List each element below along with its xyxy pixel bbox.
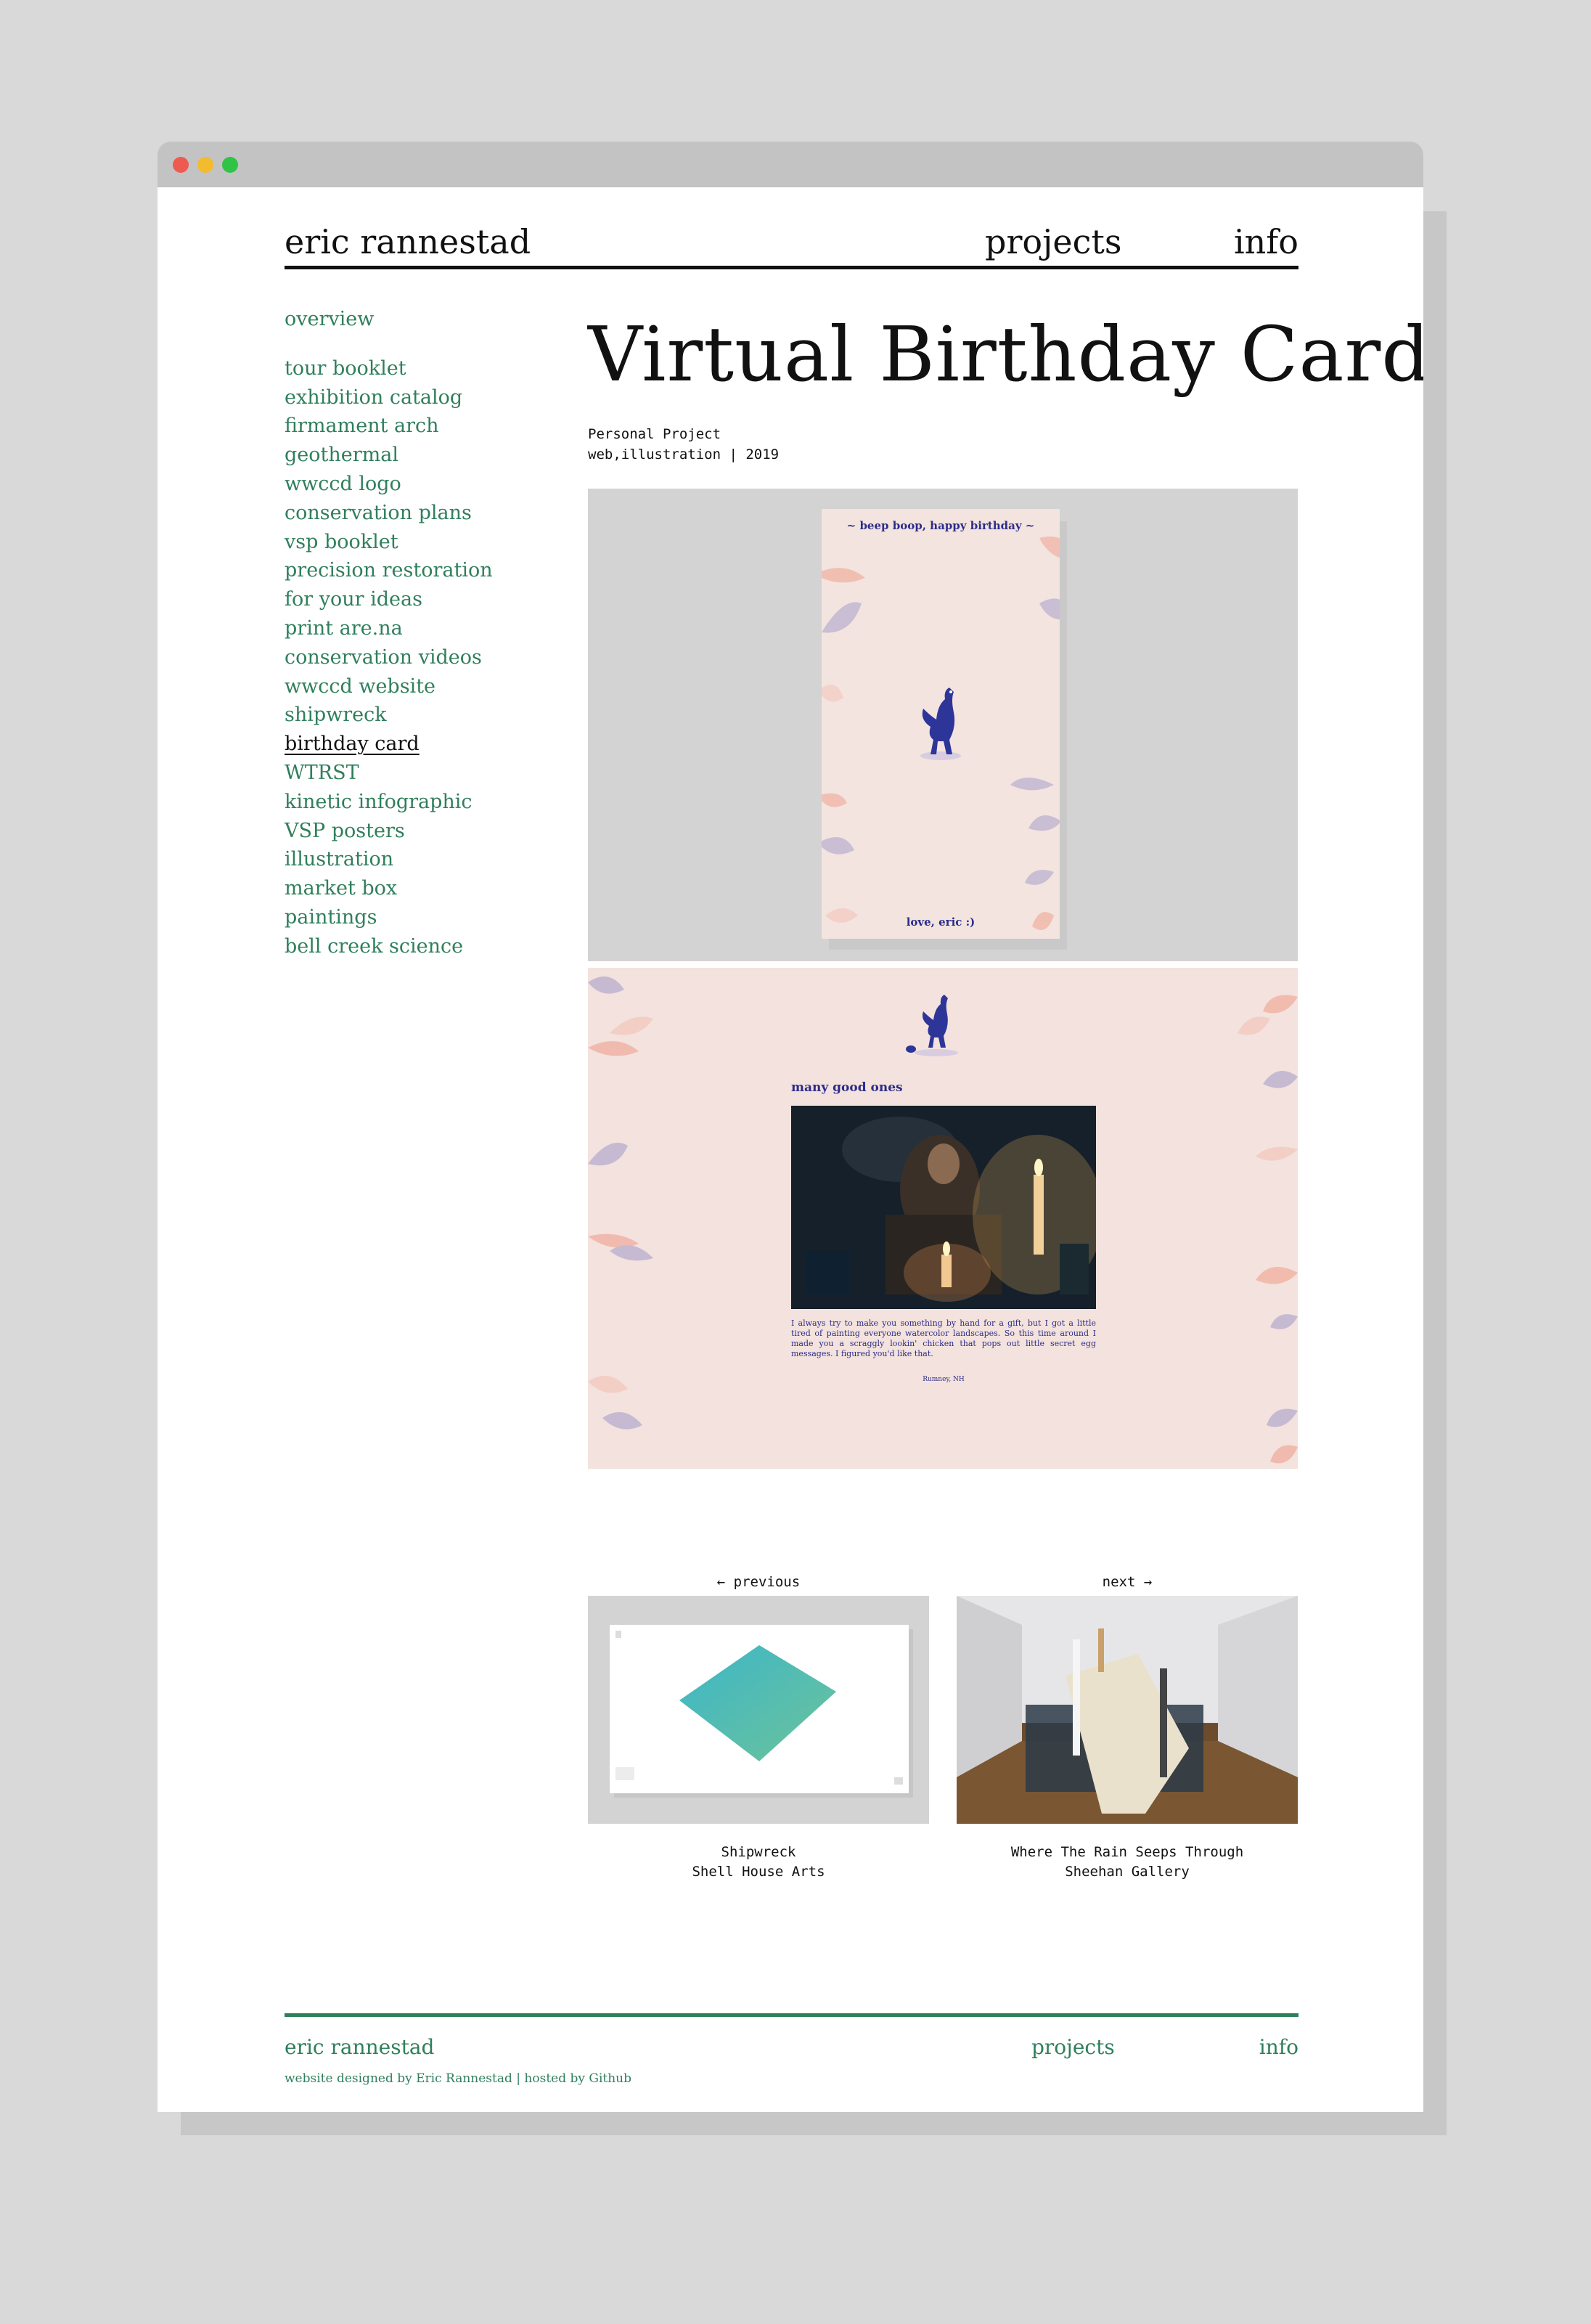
sidebar-item-paintings[interactable]: paintings	[285, 903, 560, 932]
project-content: Virtual Birthday Card Personal Project w…	[588, 310, 1423, 1469]
sidebar-item-exhibition-catalog[interactable]: exhibition catalog	[285, 383, 560, 412]
sidebar-project-list: tour booklet exhibition catalog firmament …	[285, 354, 560, 961]
sidebar-item-for-your-ideas[interactable]: for your ideas	[285, 585, 560, 614]
candle-photo	[791, 1106, 1096, 1309]
sidebar-item-bell-creek-science[interactable]: bell creek science	[285, 932, 560, 961]
sidebar-item-wwccd-logo[interactable]: wwccd logo	[285, 470, 560, 499]
card-section-heading: many good ones	[791, 1080, 903, 1095]
sidebar-item-conservation-plans[interactable]: conservation plans	[285, 499, 560, 528]
footer-divider	[285, 2013, 1298, 2017]
next-title: Where The Rain Seeps Through	[1010, 1844, 1244, 1860]
sidebar-item-shipwreck[interactable]: shipwreck	[285, 701, 560, 730]
sidebar-item-vsp-booklet[interactable]: vsp booklet	[285, 528, 560, 557]
card-greeting: ~ beep boop, happy birthday ~	[846, 519, 1035, 532]
card-screenshot-desktop: many good ones I always try to make you …	[588, 968, 1298, 1469]
sidebar-item-print-are-na[interactable]: print are.na	[285, 614, 560, 643]
previous-subtitle: Shell House Arts	[692, 1864, 825, 1880]
sidebar-item-conservation-videos[interactable]: conservation videos	[285, 643, 560, 672]
site-brand-link[interactable]: eric rannestad	[285, 222, 531, 261]
sidebar-item-kinetic-infographic[interactable]: kinetic infographic	[285, 788, 560, 817]
maximize-window-button[interactable]	[222, 157, 238, 173]
window-titlebar	[158, 142, 1423, 187]
previous-thumbnail[interactable]	[588, 1596, 929, 1824]
footer-projects-link[interactable]: projects	[1031, 2035, 1115, 2059]
sidebar-item-tour-booklet[interactable]: tour booklet	[285, 354, 560, 383]
sidebar-item-geothermal[interactable]: geothermal	[285, 441, 560, 470]
page-title: Virtual Birthday Card	[588, 310, 1423, 399]
card-signoff: love, eric :)	[906, 916, 976, 929]
footer-brand-link[interactable]: eric rannestad	[285, 2035, 434, 2059]
photo-image	[791, 1106, 1096, 1309]
leaf-decoration-icon	[822, 537, 1060, 930]
sidebar-item-precision-restoration[interactable]: precision restoration	[285, 556, 560, 585]
previous-title: Shipwreck	[721, 1844, 796, 1860]
footer-info-link[interactable]: info	[1259, 2035, 1298, 2059]
previous-caption: Shipwreck Shell House Arts	[588, 1843, 929, 1882]
sidebar-item-wwccd-website[interactable]: wwccd website	[285, 672, 560, 701]
card-location: Rumney, NH	[923, 1376, 965, 1383]
close-window-button[interactable]	[173, 157, 189, 173]
phone-card-preview: ~ beep boop, happy birthday ~ love, eric…	[822, 509, 1060, 939]
sidebar-item-market-box[interactable]: market box	[285, 874, 560, 903]
next-caption: Where The Rain Seeps Through Sheehan Gal…	[957, 1843, 1298, 1882]
sidebar-item-vsp-posters[interactable]: VSP posters	[285, 817, 560, 846]
footer-credit: website designed by Eric Rannestad | hos…	[285, 2071, 632, 2086]
sidebar-item-illustration[interactable]: illustration	[285, 845, 560, 874]
project-sidebar: overview tour booklet exhibition catalog f…	[285, 305, 560, 961]
project-tags-year: web,illustration | 2019	[588, 447, 780, 462]
previous-link[interactable]: ← previous	[588, 1574, 929, 1596]
next-subtitle: Sheehan Gallery	[1065, 1864, 1190, 1880]
sidebar-item-firmament-arch[interactable]: firmament arch	[285, 412, 560, 441]
next-thumbnail[interactable]	[957, 1596, 1298, 1824]
site-header: eric rannestad projects info	[285, 222, 1298, 269]
project-type: Personal Project	[588, 426, 721, 442]
nav-info-link[interactable]: info	[1234, 222, 1298, 261]
browser-window: eric rannestad projects info overview to…	[158, 142, 1423, 2112]
web-page: eric rannestad projects info overview to…	[158, 187, 1423, 2112]
minimize-window-button[interactable]	[197, 157, 213, 173]
next-link[interactable]: next →	[957, 1574, 1298, 1596]
card-message: I always try to make you something by ha…	[791, 1318, 1096, 1358]
gallery-install-photo	[957, 1596, 1298, 1824]
previous-project[interactable]: ← previous Shipwreck Shell House Arts	[588, 1574, 929, 1882]
nav-projects-link[interactable]: projects	[985, 222, 1121, 261]
sidebar-item-birthday-card[interactable]: birthday card	[285, 730, 560, 759]
project-meta: Personal Project web,illustration | 2019	[588, 424, 1298, 465]
card-screenshot-mobile: ~ beep boop, happy birthday ~ love, eric…	[588, 489, 1298, 961]
next-project[interactable]: next → Where The Rain Seeps Through Shee…	[957, 1574, 1298, 1882]
previous-thumbnail-screen	[610, 1625, 909, 1793]
map-diamond-icon	[615, 1631, 903, 1785]
sidebar-item-overview[interactable]: overview	[285, 305, 560, 334]
sidebar-item-wtrst[interactable]: WTRST	[285, 759, 560, 788]
